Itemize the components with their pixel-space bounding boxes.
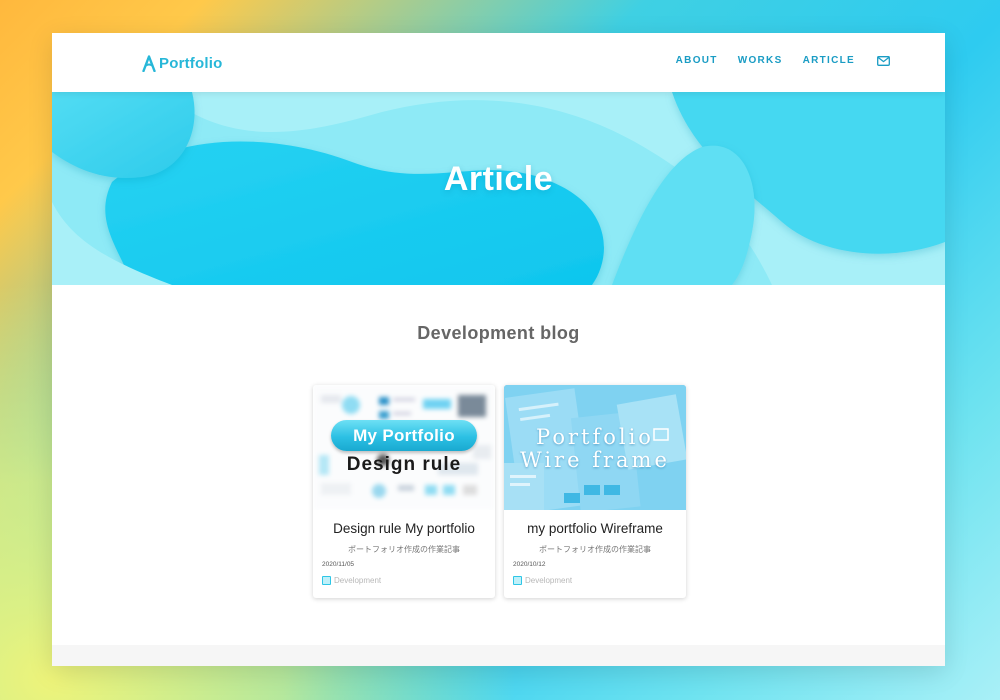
category-icon (513, 576, 522, 585)
site-logo[interactable]: Portfolio (142, 52, 222, 74)
thumbnail-pill-label: My Portfolio (331, 420, 477, 451)
card-category[interactable]: Development (322, 576, 381, 585)
thumbnail-heading: Design rule (346, 454, 462, 475)
footer-strip (52, 645, 945, 666)
card-title: Design rule My portfolio (333, 521, 475, 536)
logo-text: Portfolio (159, 54, 223, 72)
category-icon (322, 576, 331, 585)
main-nav: ABOUT WORKS ARTICLE (676, 55, 890, 66)
category-label: Development (334, 576, 382, 585)
section-heading: Development blog (417, 323, 580, 343)
hero-banner: Article (52, 92, 945, 285)
thumbnail-heading-line1: Portfolio (536, 425, 654, 449)
category-label: Development (525, 576, 573, 585)
article-thumbnail: My Portfolio Design rule (313, 385, 495, 510)
thumbnail-heading-line2: Wire frame (520, 448, 670, 472)
card-subtitle: ポートフォリオ作成の作業記事 (348, 545, 460, 554)
card-date: 2020/11/05 (322, 561, 355, 568)
article-card-design-rule[interactable]: My Portfolio Design rule Design rule My … (313, 385, 495, 598)
article-thumbnail: Portfolio Wire frame (504, 385, 686, 510)
article-card-wireframe[interactable]: Portfolio Wire frame my portfolio Wirefr… (504, 385, 686, 598)
page-title: Article (443, 160, 554, 198)
card-category[interactable]: Development (513, 576, 572, 585)
mail-icon[interactable] (877, 55, 890, 66)
logo-a-icon (142, 54, 156, 72)
nav-article[interactable]: ARTICLE (803, 55, 855, 66)
browser-page: Portfolio ABOUT WORKS ARTICLE Article De… (52, 33, 945, 666)
nav-works[interactable]: WORKS (738, 55, 783, 66)
card-date: 2020/10/12 (513, 561, 546, 568)
card-subtitle: ポートフォリオ作成の作業記事 (539, 545, 651, 554)
nav-about[interactable]: ABOUT (676, 55, 718, 66)
site-header: Portfolio ABOUT WORKS ARTICLE (52, 33, 945, 92)
card-title: my portfolio Wireframe (527, 521, 663, 536)
